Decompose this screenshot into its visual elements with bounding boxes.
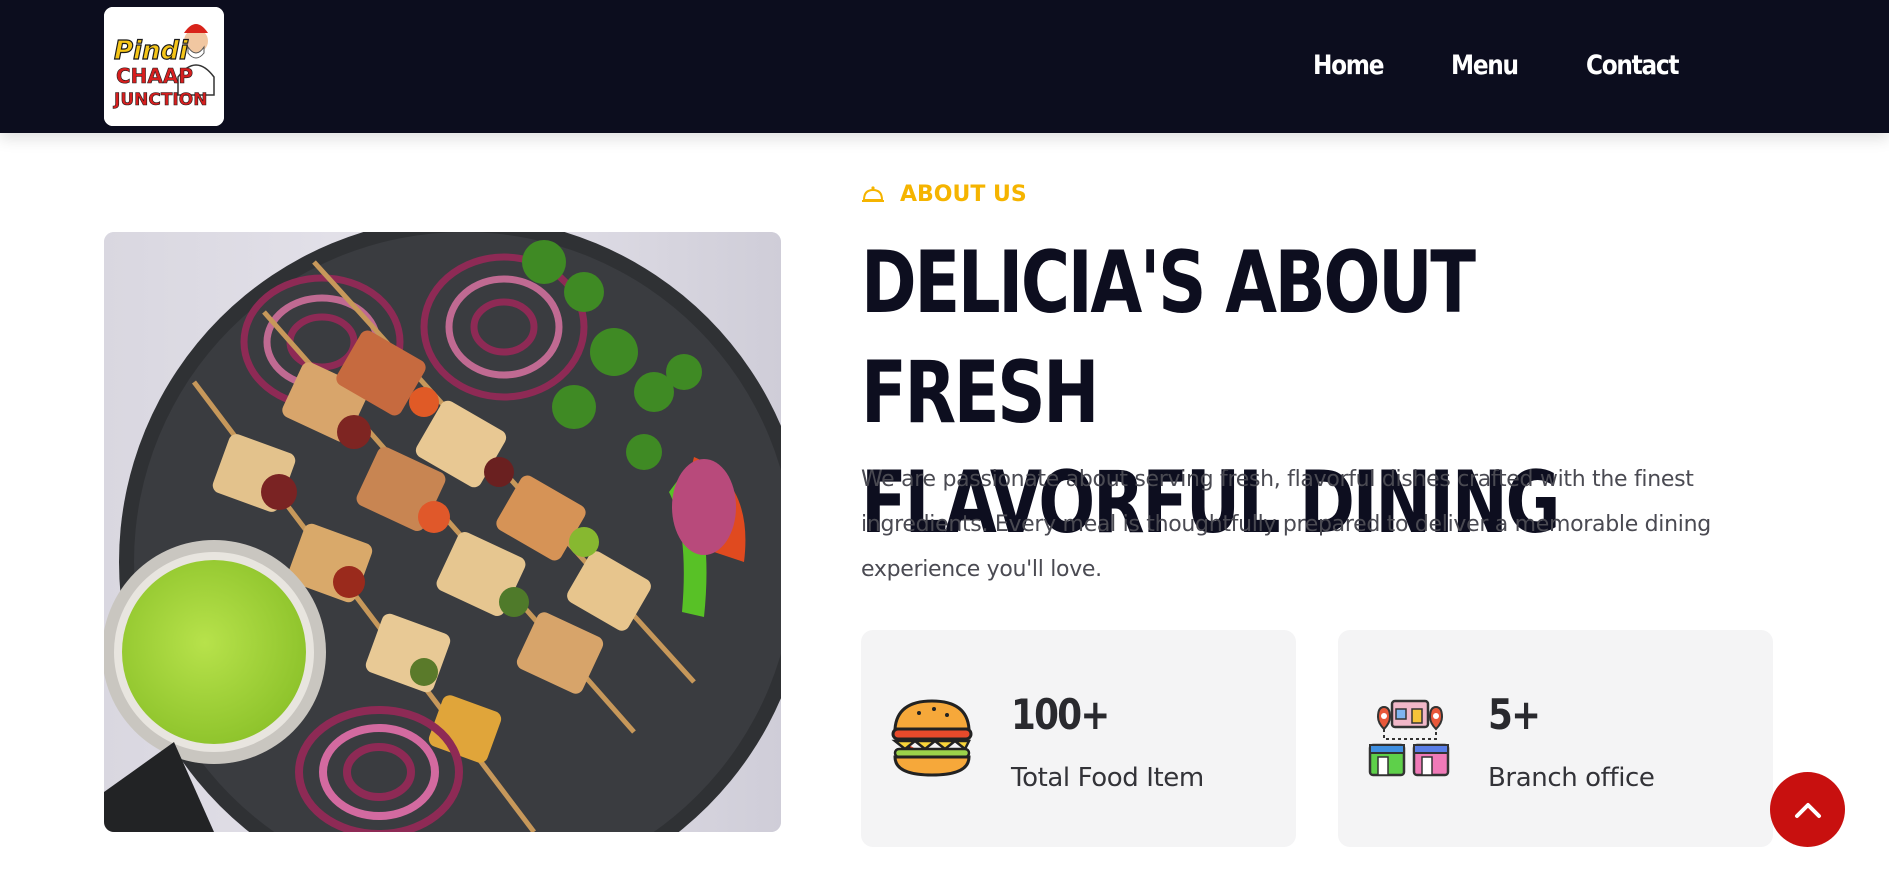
stat-label: Total Food Item <box>1011 763 1204 793</box>
svg-text:CHAAP: CHAAP <box>116 64 193 88</box>
cloche-icon <box>862 185 884 202</box>
stat-value: 100+ <box>1011 690 1110 739</box>
logo-graphic: Pindi CHAAP JUNCTION <box>104 7 224 126</box>
nav-home[interactable]: Home <box>1313 50 1384 81</box>
stat-value: 5+ <box>1488 690 1541 739</box>
stat-card-branches: 5+ Branch office <box>1338 630 1773 847</box>
headline-line-1: DELICIA'S ABOUT FRESH <box>861 233 1476 443</box>
food-photo <box>104 232 781 832</box>
svg-text:Pindi: Pindi <box>114 36 189 66</box>
main-nav: Home Menu Contact <box>1313 50 1693 81</box>
paneer-tikka-illustration <box>104 232 781 832</box>
nav-menu[interactable]: Menu <box>1451 50 1519 81</box>
burger-icon <box>891 699 973 777</box>
site-logo[interactable]: Pindi CHAAP JUNCTION <box>104 7 224 126</box>
eyebrow-label: ABOUT US <box>900 182 1027 207</box>
branch-stores-icon <box>1368 699 1450 777</box>
section-eyebrow: ABOUT US <box>861 182 1027 207</box>
scroll-to-top-button[interactable] <box>1770 772 1845 847</box>
site-header: Pindi CHAAP JUNCTION Home Menu Contact <box>0 0 1889 133</box>
section-description: We are passionate about serving fresh, f… <box>861 467 1711 582</box>
svg-text:JUNCTION: JUNCTION <box>113 90 207 110</box>
stat-label: Branch office <box>1488 763 1655 793</box>
stat-card-food: 100+ Total Food Item <box>861 630 1296 847</box>
nav-contact[interactable]: Contact <box>1586 50 1679 81</box>
chevron-up-icon <box>1794 802 1821 818</box>
